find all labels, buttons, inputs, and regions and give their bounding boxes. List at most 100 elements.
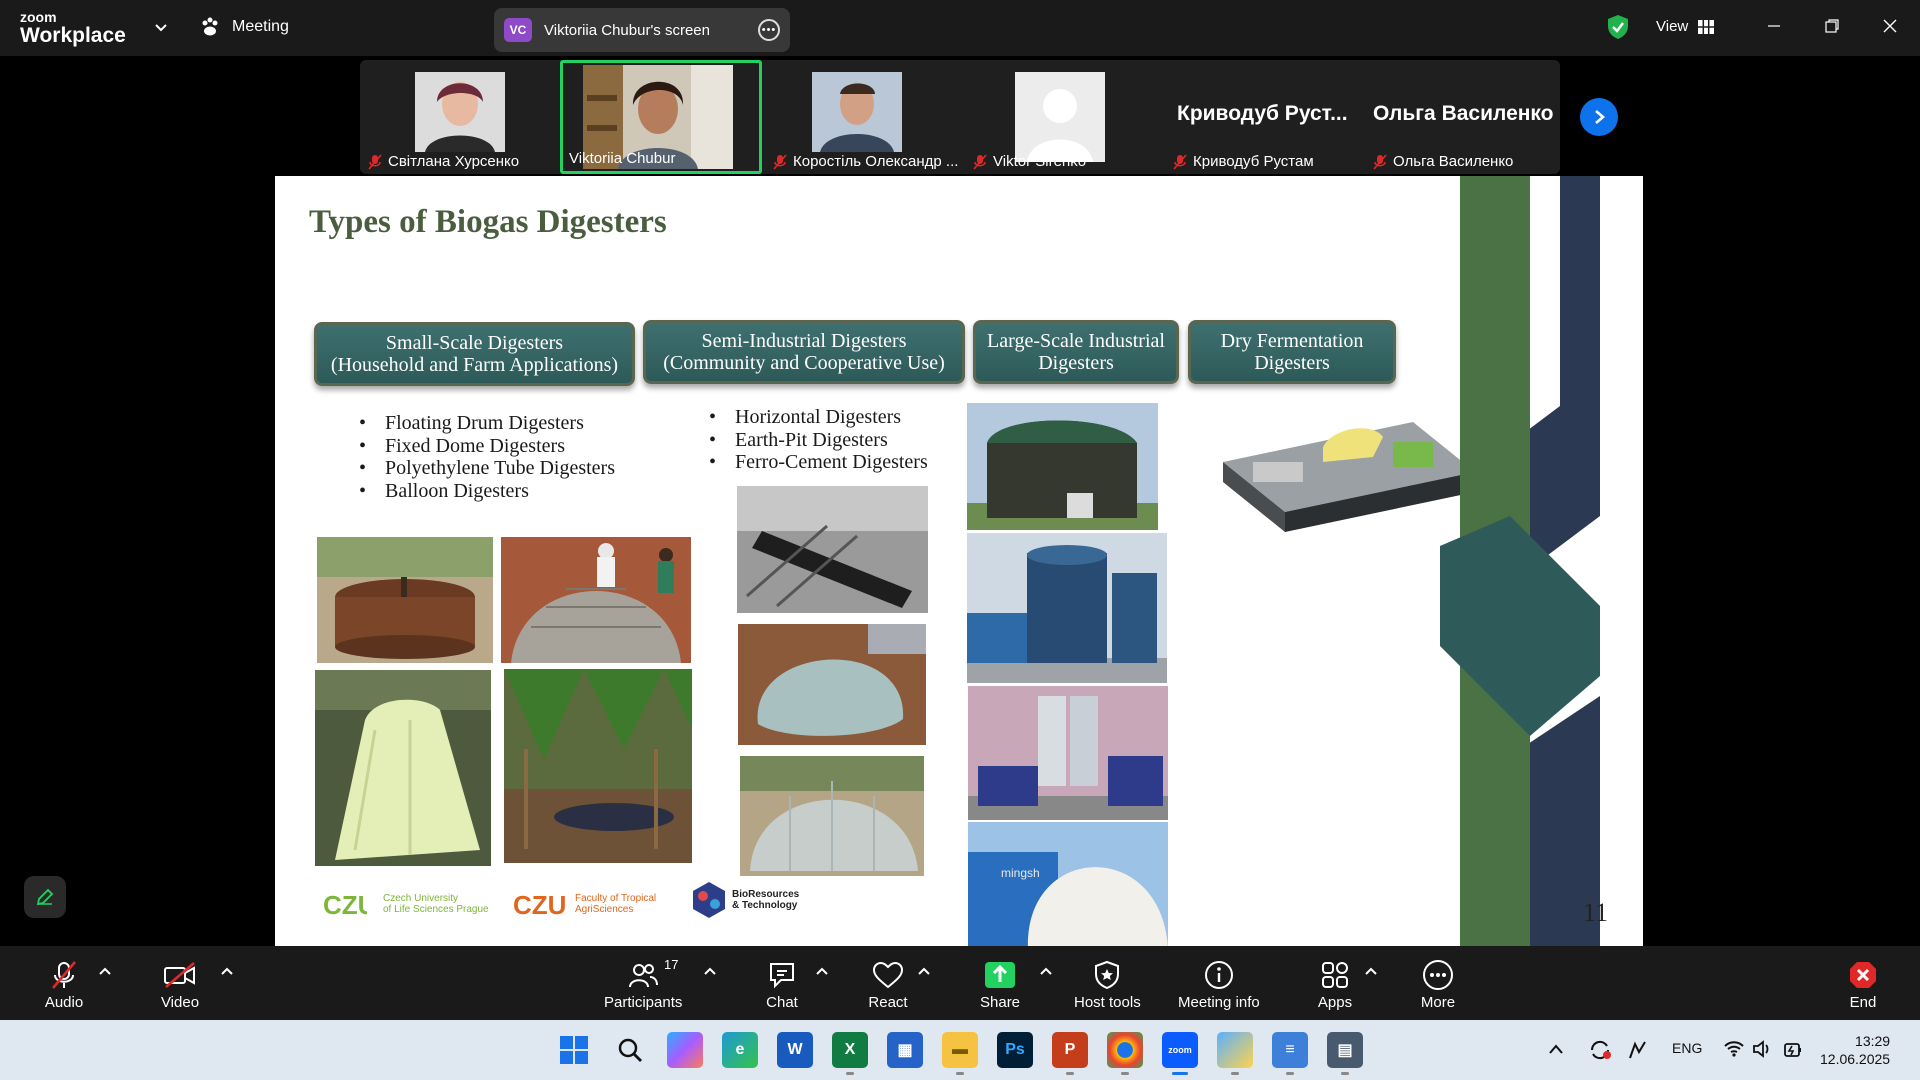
store-app-icon[interactable]: ▦ [887, 1032, 923, 1068]
logo-caption-line: AgriSciences [575, 904, 634, 915]
apps-label: Apps [1317, 994, 1353, 1011]
chevron-down-icon[interactable] [152, 18, 170, 36]
react-options-caret-icon[interactable] [917, 966, 931, 976]
brand-workplace: Workplace [20, 24, 126, 47]
participant-tile[interactable]: Ольга Василенко Ольга Василенко [1365, 60, 1565, 174]
powerpoint-app-icon[interactable]: P [1052, 1032, 1088, 1068]
apps-icon [1322, 962, 1348, 988]
audio-button[interactable]: Audio [44, 958, 84, 1011]
copilot-app-icon[interactable] [667, 1032, 703, 1068]
video-button[interactable]: Video [160, 958, 200, 1011]
logo-caption-line: Faculty of Tropical [575, 893, 657, 904]
shared-screen-pill[interactable]: VC Viktoriia Chubur's screen ••• [494, 8, 790, 52]
chat-options-caret-icon[interactable] [815, 966, 829, 976]
input-language[interactable]: ENG [1672, 1040, 1702, 1056]
running-indicator [846, 1072, 854, 1075]
running-indicator [1286, 1072, 1294, 1075]
chat-label: Chat [766, 994, 798, 1011]
slide-decoration [1440, 176, 1600, 946]
horizontal-digester-photo [737, 486, 928, 613]
share-button[interactable]: Share [980, 958, 1020, 1011]
end-button[interactable]: End [1843, 958, 1883, 1011]
participant-tile[interactable]: Коростіль Олександр ... [765, 60, 965, 174]
participant-name: Світлана Хурсенко [388, 153, 520, 170]
participant-name: Криводуб Рустам [1193, 153, 1314, 170]
battery-icon[interactable] [1782, 1038, 1804, 1060]
system-clock[interactable]: 13:29 12.06.2025 [1820, 1032, 1890, 1068]
sync-icon[interactable] [1588, 1038, 1612, 1062]
category-semi-industrial: Semi-Industrial Digesters (Community and … [643, 320, 965, 384]
annotate-pen-button[interactable] [24, 876, 66, 918]
brand-zoom: zoom [20, 9, 57, 25]
close-icon[interactable] [1878, 14, 1902, 38]
encryption-shield-icon[interactable] [1607, 14, 1629, 40]
slide-page-number: 11 [1583, 898, 1609, 927]
next-page-arrow-icon[interactable] [1580, 98, 1618, 136]
wifi-icon[interactable] [1724, 1040, 1744, 1058]
participant-name-row: Viktoriia Chubur [569, 150, 675, 167]
list-item: Fixed Dome Digesters [359, 435, 615, 458]
category-line: (Household and Farm Applications) [330, 354, 619, 376]
more-options-icon[interactable]: ••• [758, 19, 780, 41]
weather-app-icon[interactable] [1217, 1032, 1253, 1068]
word-app-icon[interactable]: W [777, 1032, 813, 1068]
file-explorer-app-icon[interactable]: ▬ [942, 1032, 978, 1068]
more-button[interactable]: More [1418, 958, 1458, 1011]
meeting-info-button[interactable]: Meeting info [1178, 958, 1260, 1011]
host-tools-button[interactable]: Host tools [1074, 958, 1141, 1011]
view-button[interactable]: View [1656, 18, 1715, 35]
running-indicator [1121, 1072, 1129, 1075]
small-scale-list: Floating Drum Digesters Fixed Dome Diges… [359, 412, 615, 502]
chat-button[interactable]: Chat [762, 958, 802, 1011]
zoom-app-icon[interactable]: zoom [1162, 1032, 1198, 1068]
edge-app-icon[interactable]: e [722, 1032, 758, 1068]
volume-icon[interactable] [1752, 1040, 1772, 1058]
meeting-info-label: Meeting info [1178, 994, 1260, 1011]
more-label: More [1420, 994, 1456, 1011]
bioresources-logo [693, 882, 725, 918]
pen-input-icon[interactable] [1627, 1038, 1653, 1062]
category-small-scale: Small-Scale Digesters (Household and Farm… [314, 322, 635, 386]
start-button[interactable] [556, 1032, 592, 1068]
participant-tile[interactable]: Viktor Sirenko [965, 60, 1165, 174]
logo-caption-line: Czech University [383, 893, 459, 904]
view-label: View [1656, 18, 1689, 35]
participant-tile-active-speaker[interactable]: Viktoriia Chubur [560, 60, 762, 174]
polyethylene-tube-photo [315, 670, 491, 866]
minimize-icon[interactable] [1762, 14, 1786, 38]
participant-tile[interactable]: Світлана Хурсенко [360, 60, 560, 174]
participant-name-row: Viktor Sirenko [973, 153, 1086, 170]
restore-icon[interactable] [1820, 14, 1844, 38]
czu-logo-caption: Czech University of Life Sciences Prague [383, 893, 489, 915]
czu-logo: CZU [323, 890, 367, 918]
floating-drum-photo [317, 537, 493, 663]
react-button[interactable]: React [868, 958, 908, 1011]
chrome-app-icon[interactable] [1107, 1032, 1143, 1068]
excel-app-icon[interactable]: X [832, 1032, 868, 1068]
dome-greenhouse-photo [740, 756, 924, 876]
list-item: Polyethylene Tube Digesters [359, 457, 615, 480]
video-options-caret-icon[interactable] [220, 966, 234, 976]
mic-muted-icon [368, 153, 382, 170]
mic-muted-icon [1373, 153, 1387, 170]
calculator-app-icon[interactable]: ▤ [1327, 1032, 1363, 1068]
share-options-caret-icon[interactable] [1039, 966, 1053, 976]
participants-options-caret-icon[interactable] [703, 966, 717, 976]
grid-view-icon [1698, 19, 1715, 34]
list-item: Balloon Digesters [359, 480, 615, 503]
list-item: Ferro-Cement Digesters [709, 451, 928, 474]
search-button[interactable] [612, 1032, 648, 1068]
participant-tile[interactable]: Криводуб Руст... Криводуб Рустам [1165, 60, 1365, 174]
chevron-up-icon[interactable] [1548, 1042, 1564, 1056]
running-indicator [1341, 1072, 1349, 1075]
notepad-app-icon[interactable]: ≡ [1272, 1032, 1308, 1068]
photoshop-app-icon[interactable]: Ps [997, 1032, 1033, 1068]
category-line: Dry Fermentation [1220, 330, 1364, 352]
apps-options-caret-icon[interactable] [1364, 966, 1378, 976]
apps-button[interactable]: Apps [1315, 958, 1355, 1011]
audio-options-caret-icon[interactable] [98, 966, 112, 976]
logo-caption-line: & Technology [732, 900, 798, 911]
participant-name: Коростіль Олександр ... [793, 153, 959, 170]
meeting-menu-button[interactable]: Meeting [200, 17, 289, 37]
participant-name-row: Коростіль Олександр ... [773, 153, 958, 170]
